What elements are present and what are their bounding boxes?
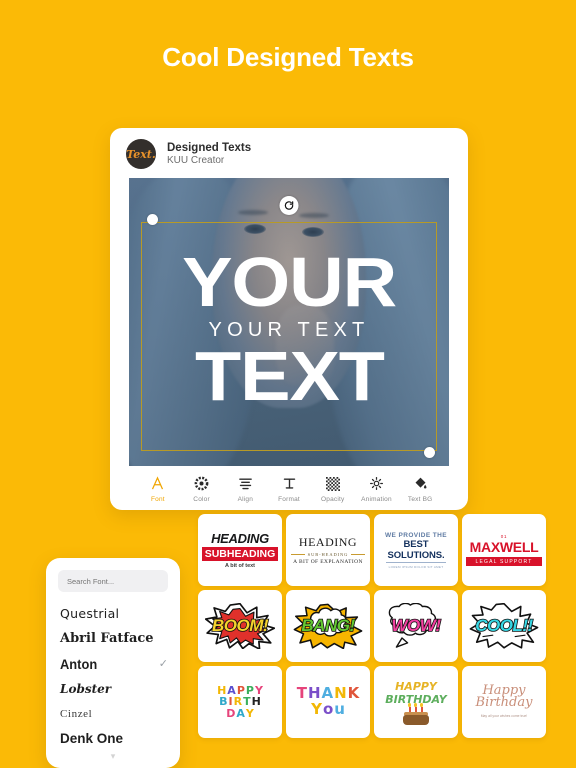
tool-font[interactable]: Font — [136, 474, 180, 503]
text-format-icon — [282, 474, 297, 493]
template-card[interactable]: Happy Birthday May all your wishes come … — [462, 666, 546, 738]
comic-burst: COOL!! — [469, 603, 539, 649]
template-card[interactable]: WOW! — [374, 590, 458, 662]
thankyou-line-2: You — [311, 700, 345, 718]
template-subtitle: May all your wishes come true! — [480, 713, 528, 718]
comic-word: BOOM! — [211, 615, 269, 636]
template-heading: MAXWELL — [469, 539, 539, 555]
selection-handle-top-left[interactable] — [147, 214, 158, 225]
font-list-item-selected[interactable]: Anton ✓ — [60, 651, 180, 676]
tool-format[interactable]: Format — [267, 474, 311, 503]
chevron-down-icon[interactable]: ▾ — [46, 751, 180, 762]
tool-opacity[interactable]: Opacity — [311, 474, 355, 503]
tool-animation-label: Animation — [361, 496, 392, 503]
app-title: Designed Texts — [167, 142, 252, 154]
tool-opacity-label: Opacity — [321, 496, 345, 503]
rotate-icon[interactable] — [279, 196, 299, 215]
template-subheading: LEGAL SUPPORT — [466, 557, 542, 566]
birthday-letters: HAPPY BIRTH DAY — [202, 685, 278, 720]
tool-color-label: Color — [193, 496, 210, 503]
font-name: Cinzel — [60, 707, 93, 720]
search-input[interactable] — [58, 570, 168, 592]
font-name: Abril Fatface — [60, 631, 154, 646]
template-tagline: A BIT OF EXPLANATION — [293, 559, 363, 565]
rule-right — [351, 553, 366, 556]
ornament-rule: SUB-HEADING — [290, 552, 366, 557]
template-subheading: SUB-HEADING — [307, 552, 349, 557]
divider — [386, 562, 446, 563]
template-card[interactable]: HEADING SUBHEADING A bit of text — [198, 514, 282, 586]
font-list-item[interactable]: Lobster — [60, 676, 180, 701]
selection-handle-bottom-right[interactable] — [424, 447, 435, 458]
font-list-item[interactable]: Questrial — [60, 601, 180, 626]
font-list: Questrial Abril Fatface Anton ✓ Lobster … — [46, 601, 180, 751]
birthday-line-3: DAY — [226, 706, 254, 720]
font-picker-panel: Questrial Abril Fatface Anton ✓ Lobster … — [46, 558, 180, 768]
template-line1: WE PROVIDE THE — [385, 531, 447, 539]
comic-burst: WOW! — [381, 603, 451, 649]
font-name: Questrial — [60, 606, 120, 621]
page-title: Cool Designed Texts — [162, 42, 414, 72]
font-name: Lobster — [60, 681, 112, 696]
font-list-item[interactable]: Denk One — [60, 726, 180, 751]
rule-left — [290, 553, 305, 556]
check-icon: ✓ — [158, 658, 168, 670]
tool-animation[interactable]: Animation — [355, 474, 399, 503]
tool-align-label: Align — [237, 496, 254, 503]
app-subtitle: KUU Creator — [167, 155, 225, 166]
tool-text-bg[interactable]: Text BG — [398, 474, 442, 503]
animation-burst-icon — [369, 474, 384, 493]
template-line1: HAPPY — [395, 679, 437, 693]
template-card[interactable]: WE PROVIDE THE BEST SOLUTIONS. LOREM IPS… — [374, 514, 458, 586]
template-card[interactable]: BANG! — [286, 590, 370, 662]
template-card[interactable]: BOOM! — [198, 590, 282, 662]
color-wheel-icon — [194, 474, 209, 493]
cake-icon — [403, 703, 429, 725]
tool-color[interactable]: Color — [180, 474, 224, 503]
font-name: Anton — [60, 655, 98, 672]
font-a-icon — [150, 474, 165, 493]
checkerboard-opacity-icon — [325, 474, 340, 493]
template-line3: LOREM IPSUM DOLOR SIT AMET — [388, 564, 444, 569]
thankyou-letters: THANK You — [290, 685, 366, 718]
selection-box — [141, 222, 437, 451]
template-card[interactable]: HAPPY BIRTH DAY — [198, 666, 282, 738]
comic-word: WOW! — [391, 615, 442, 636]
paint-bucket-icon — [413, 474, 428, 493]
app-card-header: Text. Designed Texts KUU Creator — [110, 128, 468, 178]
tool-align[interactable]: Align — [223, 474, 267, 503]
template-subheading: SUBHEADING — [202, 547, 278, 562]
template-script: Happy Birthday — [475, 683, 533, 711]
comic-burst: BOOM! — [205, 603, 275, 650]
template-heading: HEADING — [211, 530, 269, 546]
template-heading: HEADING — [298, 535, 358, 549]
comic-word: BANG! — [301, 615, 356, 636]
template-card[interactable]: 01 MAXWELL LEGAL SUPPORT — [462, 514, 546, 586]
editor-toolbar: Font Color Align Format Opacity Animatio… — [110, 466, 468, 503]
align-center-icon — [238, 474, 253, 493]
tool-font-label: Font — [150, 496, 165, 503]
app-preview-card: Text. Designed Texts KUU Creator YOUR YO… — [110, 128, 468, 510]
template-grid: HEADING SUBHEADING A bit of text HEADING… — [198, 514, 548, 738]
tool-textbg-label: Text BG — [407, 496, 433, 503]
template-line2: BEST SOLUTIONS. — [387, 538, 445, 561]
editor-canvas[interactable]: YOUR YOUR TEXT TEXT — [129, 178, 449, 466]
template-card[interactable]: HAPPY BIRTHDAY — [374, 666, 458, 738]
comic-burst: BANG! — [293, 603, 363, 650]
font-name: Denk One — [60, 731, 124, 746]
template-card[interactable]: HEADING SUB-HEADING A BIT OF EXPLANATION — [286, 514, 370, 586]
app-logo: Text. — [126, 139, 156, 169]
font-list-item[interactable]: Cinzel — [60, 701, 180, 726]
tool-format-label: Format — [278, 496, 300, 503]
template-card[interactable]: COOL!! — [462, 590, 546, 662]
template-tagline: A bit of text — [224, 563, 256, 570]
template-card[interactable]: THANK You — [286, 666, 370, 738]
comic-word: COOL!! — [474, 615, 534, 636]
font-list-item[interactable]: Abril Fatface — [60, 626, 180, 651]
birthday-cake-card: HAPPY BIRTHDAY — [378, 680, 454, 725]
